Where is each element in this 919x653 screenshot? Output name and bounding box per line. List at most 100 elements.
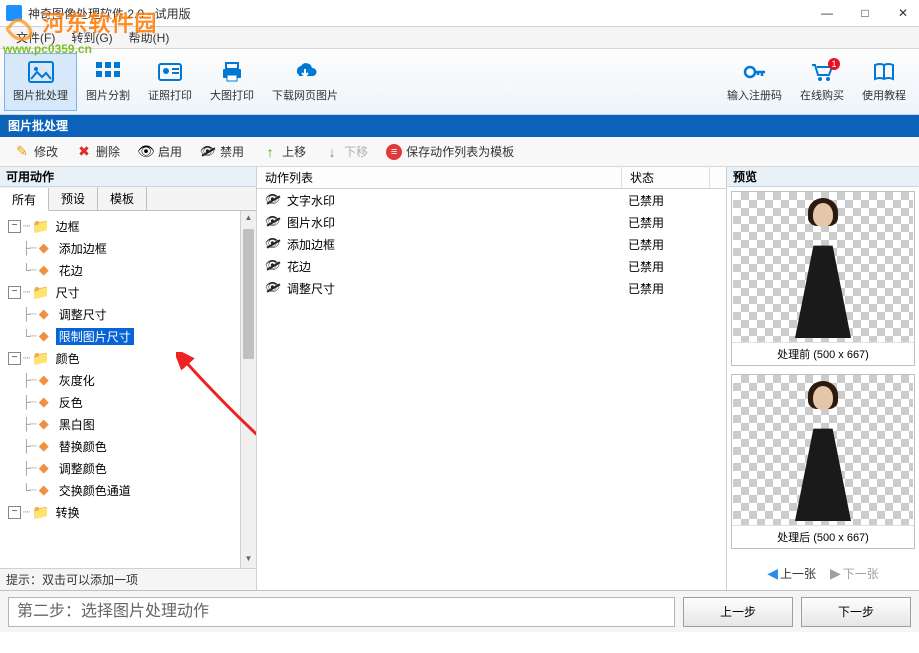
- col-action[interactable]: 动作列表: [257, 167, 622, 188]
- tree-node-size[interactable]: −┈📁尺寸: [2, 281, 254, 303]
- image-icon: [27, 60, 55, 84]
- prev-image-button[interactable]: ◀上一张: [763, 563, 820, 584]
- tree-node-replace-color[interactable]: ├┈替换颜色: [2, 435, 254, 457]
- titlebar: 神奇图像处理软件 2.0 - 试用版 — □ ✕: [0, 0, 919, 27]
- pencil-icon: ✎: [14, 144, 30, 160]
- row-status: 已禁用: [624, 236, 726, 253]
- list-item[interactable]: 图片水印已禁用: [257, 211, 726, 233]
- scroll-up-icon[interactable]: ▲: [241, 211, 256, 227]
- tool-regcode-label: 输入注册码: [727, 87, 782, 103]
- tree-node-invert[interactable]: ├┈反色: [2, 391, 254, 413]
- tree-node-color[interactable]: −┈📁颜色: [2, 347, 254, 369]
- tool-tutorial[interactable]: 使用教程: [853, 53, 915, 111]
- action-delete-label: 删除: [96, 143, 120, 160]
- tool-bigprint-label: 大图打印: [210, 87, 254, 103]
- tab-preset[interactable]: 预设: [49, 187, 98, 210]
- tool-split[interactable]: 图片分割: [77, 53, 139, 111]
- minimize-button[interactable]: —: [817, 6, 837, 20]
- tree-container: −┈📁边框 ├┈添加边框 └┈花边 −┈📁尺寸 ├┈调整尺寸 └┈限制图片尺寸 …: [0, 211, 256, 568]
- action-delete[interactable]: ✖删除: [68, 140, 128, 163]
- tab-all[interactable]: 所有: [0, 188, 49, 211]
- tool-buy[interactable]: 在线购买: [791, 53, 853, 111]
- tool-regcode[interactable]: 输入注册码: [718, 53, 791, 111]
- close-button[interactable]: ✕: [893, 6, 913, 20]
- tool-download[interactable]: 下载网页图片: [263, 53, 347, 111]
- left-panel: 可用动作 所有 预设 模板 −┈📁边框 ├┈添加边框 └┈花边 −┈📁尺寸 ├┈…: [0, 167, 257, 590]
- tree-node-grayscale[interactable]: ├┈灰度化: [2, 369, 254, 391]
- action-enable[interactable]: 👁启用: [130, 140, 190, 163]
- row-status: 已禁用: [624, 192, 726, 209]
- folder-icon: 📁: [32, 504, 49, 521]
- tree-label: 黑白图: [56, 416, 98, 433]
- tree-label: 花边: [56, 262, 86, 279]
- collapse-icon[interactable]: −: [8, 352, 21, 365]
- tool-idprint[interactable]: 证照打印: [139, 53, 201, 111]
- folder-icon: 📁: [32, 350, 49, 367]
- id-card-icon: [156, 60, 184, 84]
- tool-batch[interactable]: 图片批处理: [4, 53, 77, 111]
- action-list[interactable]: 文字水印已禁用 图片水印已禁用 添加边框已禁用 花边已禁用 调整尺寸已禁用: [257, 189, 726, 590]
- action-tree[interactable]: −┈📁边框 ├┈添加边框 └┈花边 −┈📁尺寸 ├┈调整尺寸 └┈限制图片尺寸 …: [0, 211, 256, 568]
- menu-goto[interactable]: 转到(G): [63, 27, 120, 49]
- app-icon: [6, 5, 22, 21]
- tree-node-add-border[interactable]: ├┈添加边框: [2, 237, 254, 259]
- module-header: 图片批处理: [0, 115, 919, 137]
- left-tabs: 所有 预设 模板: [0, 187, 256, 211]
- list-item[interactable]: 文字水印 已禁用: [257, 189, 726, 211]
- tree-node-transform[interactable]: −┈📁转换: [2, 501, 254, 523]
- collapse-icon[interactable]: −: [8, 506, 21, 519]
- cube-icon: [39, 417, 53, 431]
- tree-node-swap-channels[interactable]: └┈交换颜色通道: [2, 479, 254, 501]
- row-name: 图片水印: [287, 214, 335, 231]
- tree-label: 颜色: [53, 350, 83, 367]
- collapse-icon[interactable]: −: [8, 220, 21, 233]
- action-edit[interactable]: ✎修改: [6, 140, 66, 163]
- menubar: 文件(F) 转到(G) 帮助(H): [0, 27, 919, 49]
- cube-icon: [39, 483, 53, 497]
- maximize-button[interactable]: □: [855, 6, 875, 20]
- key-icon: [741, 60, 769, 84]
- col-status[interactable]: 状态: [622, 167, 710, 188]
- tool-batch-label: 图片批处理: [13, 87, 68, 103]
- prev-step-button[interactable]: 上一步: [683, 597, 793, 627]
- next-image-button[interactable]: ▶下一张: [826, 563, 883, 584]
- tree-node-bw[interactable]: ├┈黑白图: [2, 413, 254, 435]
- row-name: 花边: [287, 258, 311, 275]
- action-movedown[interactable]: ↓下移: [316, 140, 376, 163]
- tree-node-limit-size[interactable]: └┈限制图片尺寸: [2, 325, 254, 347]
- left-header: 可用动作: [0, 167, 256, 187]
- tree-node-adjust-color[interactable]: ├┈调整颜色: [2, 457, 254, 479]
- next-step-button[interactable]: 下一步: [801, 597, 911, 627]
- tree-node-lace[interactable]: └┈花边: [2, 259, 254, 281]
- triangle-right-icon: ▶: [830, 565, 841, 582]
- next-label: 下一张: [843, 565, 879, 582]
- menu-help[interactable]: 帮助(H): [121, 27, 178, 49]
- action-moveup[interactable]: ↑上移: [254, 140, 314, 163]
- cube-icon: [39, 329, 53, 343]
- scroll-down-icon[interactable]: ▼: [241, 552, 256, 568]
- menu-file[interactable]: 文件(F): [8, 27, 63, 49]
- action-save-template[interactable]: ≡保存动作列表为模板: [378, 140, 522, 163]
- list-item[interactable]: 调整尺寸已禁用: [257, 277, 726, 299]
- collapse-icon[interactable]: −: [8, 286, 21, 299]
- tree-label: 调整颜色: [56, 460, 110, 477]
- list-item[interactable]: 添加边框已禁用: [257, 233, 726, 255]
- window-controls: — □ ✕: [817, 6, 913, 20]
- grid-icon: [94, 60, 122, 84]
- tree-scrollbar[interactable]: ▲ ▼: [240, 211, 256, 568]
- action-list-header: 动作列表 状态: [257, 167, 726, 189]
- tree-hint: 提示：双击可以添加一项: [0, 568, 256, 590]
- printer-icon: [218, 60, 246, 84]
- tree-node-border[interactable]: −┈📁边框: [2, 215, 254, 237]
- tree-node-resize[interactable]: ├┈调整尺寸: [2, 303, 254, 325]
- scroll-thumb[interactable]: [243, 229, 254, 359]
- preview-after-image: [733, 375, 913, 525]
- action-disable[interactable]: 禁用: [192, 140, 252, 163]
- eye-slash-icon: [200, 144, 216, 160]
- tool-bigprint[interactable]: 大图打印: [201, 53, 263, 111]
- preview-before-image: [733, 192, 913, 342]
- action-save-template-label: 保存动作列表为模板: [406, 143, 514, 160]
- list-item[interactable]: 花边已禁用: [257, 255, 726, 277]
- row-name: 文字水印: [287, 192, 335, 209]
- tab-template[interactable]: 模板: [98, 187, 147, 210]
